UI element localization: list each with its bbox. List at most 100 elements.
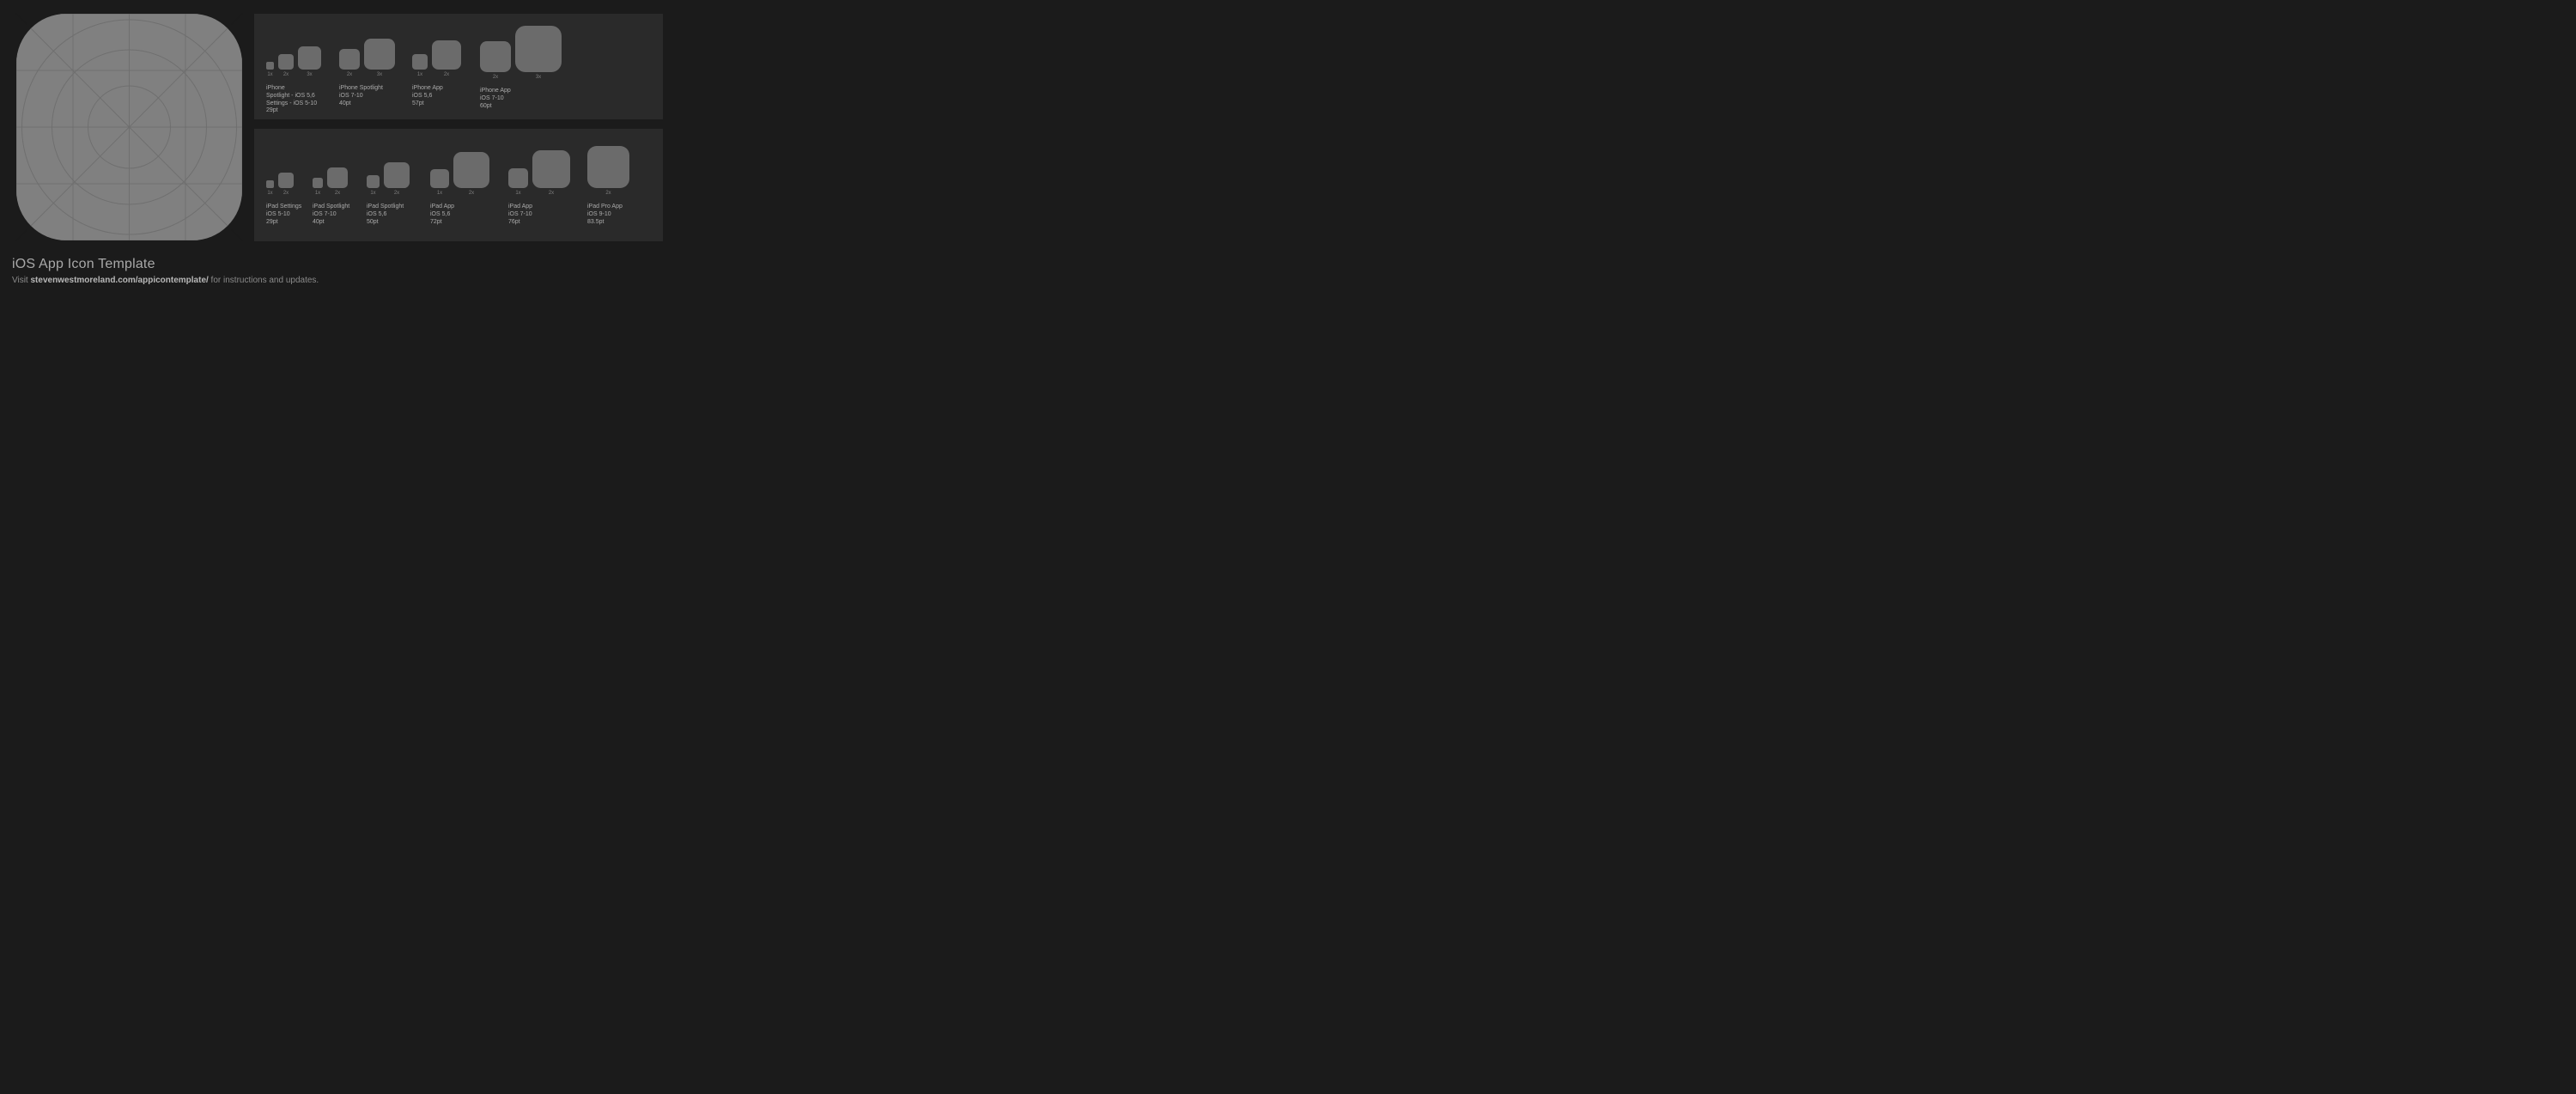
icon-preview-square (278, 54, 294, 70)
icon-preview-square (266, 62, 274, 70)
icon-preview-square (412, 54, 428, 70)
size-meta-line: iOS 7-10 (480, 95, 562, 103)
template-footer: iOS App Icon Template Visit stevenwestmo… (12, 257, 319, 285)
swatch: 2x (278, 173, 294, 196)
icon-preview-square (532, 150, 570, 188)
icon-size-group: 1x 2x iPad AppiOS 7-1076pt (508, 144, 570, 226)
swatch-row: 2x (587, 144, 629, 196)
size-meta-line: Spotlight - iOS 5,6 (266, 93, 321, 100)
swatch-row: 1x 2x 3x (266, 26, 321, 77)
template-subtitle: Visit stevenwestmoreland.com/appicontemp… (12, 276, 319, 285)
swatch: 1x (367, 175, 380, 196)
size-meta-line: 57pt (412, 100, 461, 108)
size-meta: iPad SpotlightiOS 7-1040pt (313, 204, 349, 226)
size-meta-line: 40pt (313, 219, 349, 227)
swatch: 1x (412, 54, 428, 77)
icon-preview-square (480, 41, 511, 72)
subtitle-prefix: Visit (12, 276, 31, 285)
swatch-row: 1x 2x (412, 26, 461, 77)
icon-preview-square (515, 26, 562, 72)
master-grid-overlay (16, 14, 242, 240)
size-meta-line: 76pt (508, 219, 570, 227)
scale-label: 2x (283, 72, 289, 77)
icon-preview-square (298, 46, 321, 70)
icon-preview-square (339, 49, 360, 70)
scale-label: 1x (267, 191, 272, 196)
master-icon-preview (16, 14, 242, 240)
scale-label: 2x (444, 72, 449, 77)
size-meta: iPhoneSpotlight - iOS 5,6Settings - iOS … (266, 85, 321, 115)
size-meta-line: iPad App (430, 204, 489, 211)
template-title: iOS App Icon Template (12, 257, 319, 272)
icon-preview-square (384, 162, 410, 188)
size-meta-line: iPhone Spotlight (339, 85, 395, 93)
size-meta-line: iOS 5,6 (367, 211, 410, 219)
icon-size-group: 2x 3x iPhone AppiOS 7-1060pt (480, 26, 562, 110)
icon-size-group: 1x 2x iPad AppiOS 5,672pt (430, 144, 489, 226)
size-meta: iPhone SpotlightiOS 7-1040pt (339, 85, 395, 107)
scale-label: 1x (417, 72, 422, 77)
size-meta-line: iOS 9-10 (587, 211, 629, 219)
scale-label: 3x (307, 72, 312, 77)
size-meta-line: iOS 5,6 (430, 211, 489, 219)
swatch-row: 1x 2x (313, 144, 349, 196)
scale-label: 2x (469, 191, 474, 196)
size-meta: iPad SpotlightiOS 5,650pt (367, 204, 410, 226)
icon-preview-square (327, 167, 348, 188)
icon-preview-square (367, 175, 380, 188)
swatch-row: 2x 3x (339, 26, 395, 77)
size-meta: iPhone AppiOS 7-1060pt (480, 88, 562, 110)
iphone-sizes-panel: 1x 2x 3x iPhoneSpotlight - iOS 5,6Settings … (254, 14, 663, 119)
swatch: 2x (432, 40, 461, 77)
size-meta: iPad AppiOS 5,672pt (430, 204, 489, 226)
size-meta-line: iPhone (266, 85, 321, 93)
icon-size-group: 1x 2x iPad SpotlightiOS 7-1040pt (313, 144, 349, 226)
swatch: 2x (532, 150, 570, 196)
swatch: 2x (327, 167, 348, 196)
scale-label: 1x (515, 191, 520, 196)
scale-label: 1x (437, 191, 442, 196)
icon-preview-square (313, 178, 323, 188)
swatch: 2x (339, 49, 360, 77)
swatch: 1x (430, 169, 449, 196)
icon-preview-square (587, 146, 629, 188)
size-meta-line: iOS 7-10 (313, 211, 349, 219)
icon-size-group: 1x 2x 3x iPhoneSpotlight - iOS 5,6Settings … (266, 26, 321, 115)
size-meta-line: iOS 5,6 (412, 93, 461, 100)
swatch: 1x (313, 178, 323, 196)
swatch: 2x (480, 41, 511, 80)
size-meta-line: iPhone App (412, 85, 461, 93)
icon-preview-square (430, 169, 449, 188)
size-meta-line: iPad Settings (266, 204, 301, 211)
size-meta-line: iOS 7-10 (508, 211, 570, 219)
ipad-sizes-panel: 1x2xiPad SettingsiOS 5-1029pt1x2xiPad Sp… (254, 129, 663, 241)
size-meta-line: 40pt (339, 100, 395, 108)
scale-label: 2x (335, 191, 340, 196)
scale-label: 3x (377, 72, 382, 77)
scale-label: 1x (267, 72, 272, 77)
icon-size-group: 1x 2x iPad SpotlightiOS 5,650pt (367, 144, 410, 226)
size-meta-line: iPad Pro App (587, 204, 629, 211)
swatch-row: 2x 3x (480, 26, 562, 80)
swatch: 3x (515, 26, 562, 80)
icon-preview-square (266, 180, 274, 188)
scale-label: 2x (394, 191, 399, 196)
icon-preview-square (508, 168, 528, 188)
size-meta-line: iPhone App (480, 88, 562, 95)
size-meta-line: iPad App (508, 204, 570, 211)
icon-preview-square (453, 152, 489, 188)
master-icon-squircle (16, 14, 242, 240)
size-meta-line: iOS 5-10 (266, 211, 301, 219)
swatch: 1x (266, 62, 274, 77)
size-meta-line: Settings - iOS 5-10 (266, 100, 321, 108)
size-meta-line: 72pt (430, 219, 489, 227)
scale-label: 3x (536, 75, 541, 80)
size-meta-line: iOS 7-10 (339, 93, 395, 100)
size-meta-line: iPad Spotlight (367, 204, 410, 211)
swatch: 2x (453, 152, 489, 196)
swatch: 3x (364, 39, 395, 77)
swatch-row: 1x 2x (266, 144, 301, 196)
size-meta: iPad AppiOS 7-1076pt (508, 204, 570, 226)
scale-label: 1x (370, 191, 375, 196)
size-meta-line: 29pt (266, 107, 321, 115)
